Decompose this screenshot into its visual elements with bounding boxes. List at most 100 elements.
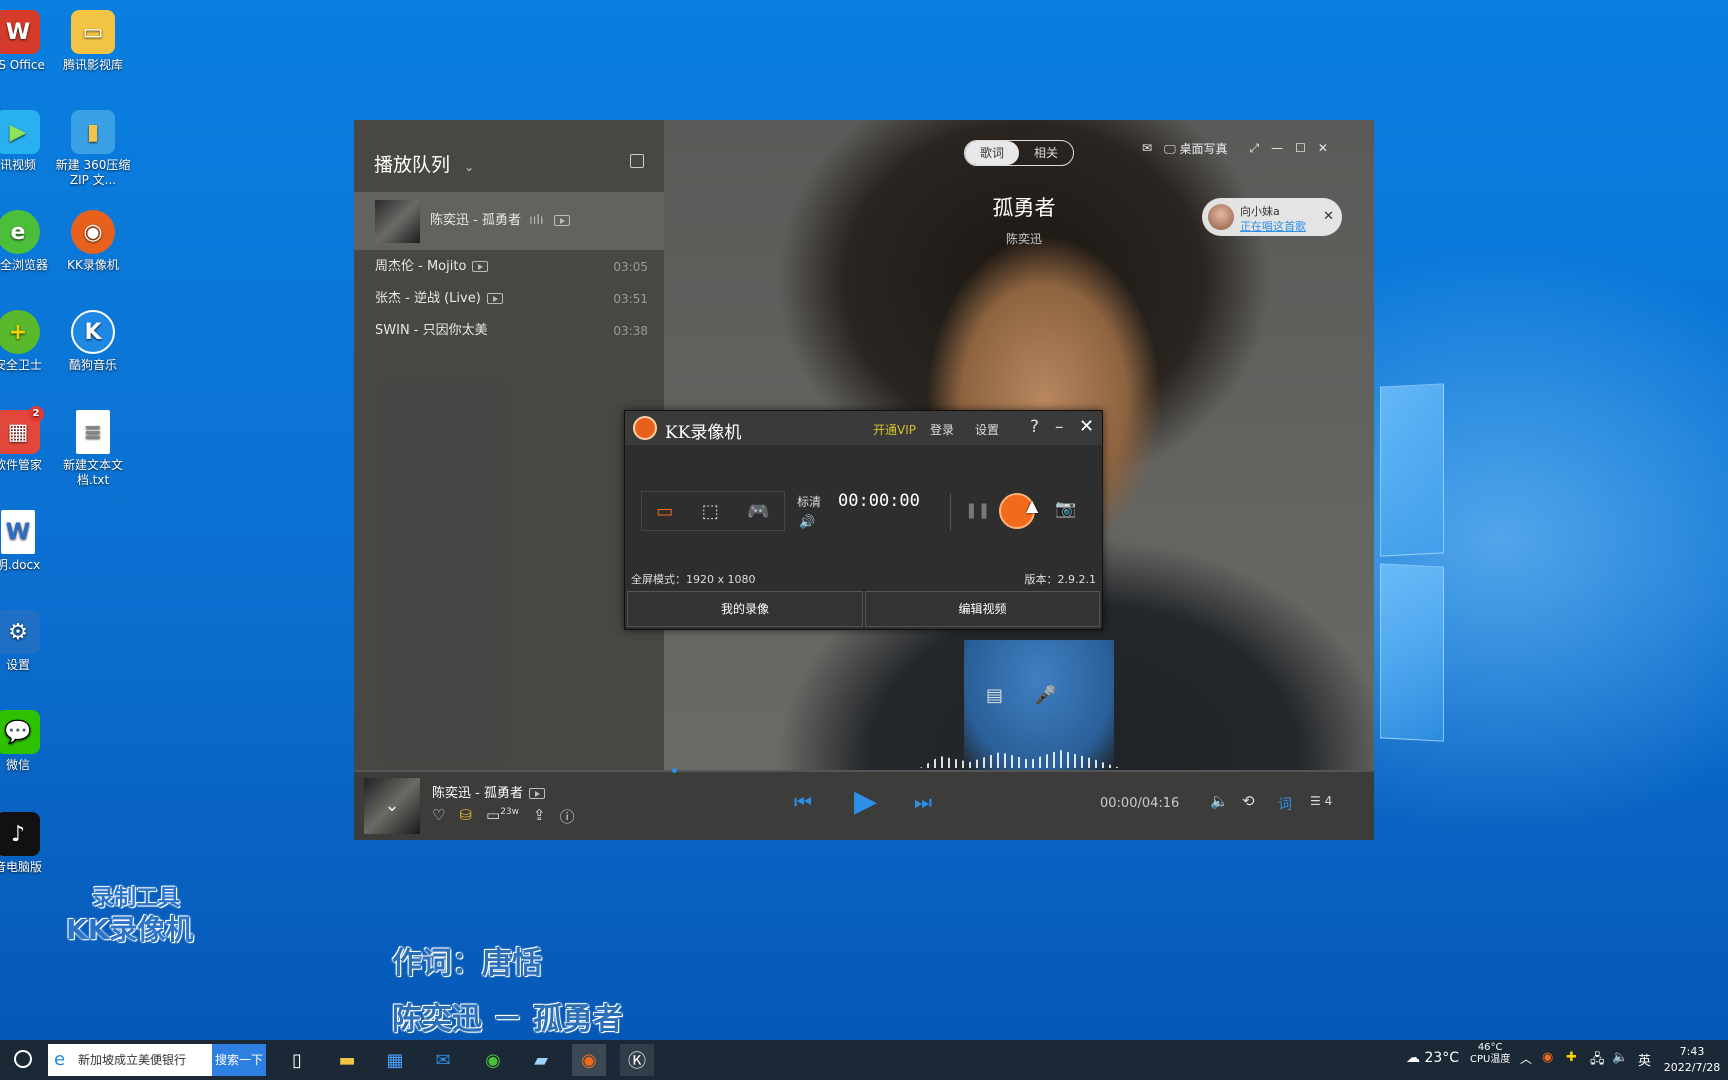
tray-clock[interactable]: 7:43 2022/7/28 (1660, 1044, 1724, 1076)
tray-network-icon[interactable]: 🖧 (1590, 1050, 1605, 1072)
tray-volume-icon[interactable]: 🔈 (1612, 1050, 1628, 1065)
lyric-line2: 陈奕迅 － 孤勇者 (392, 1002, 623, 1037)
game-mode-icon[interactable]: 🎮 (747, 501, 769, 522)
repeat-icon[interactable]: ⟲ (1242, 792, 1255, 810)
browser-icon: e (0, 210, 40, 254)
info-icon[interactable]: ⓘ (560, 806, 575, 827)
desktop-icon-wechat[interactable]: 💬 微信 (0, 710, 56, 773)
close-icon[interactable]: ✕ (1079, 416, 1094, 437)
maximize-icon[interactable]: ☐ (1295, 141, 1306, 155)
microphone-icon[interactable]: 🎤 (1034, 685, 1056, 706)
minimize-icon[interactable]: – (1055, 417, 1064, 437)
desktop-icon-browser[interactable]: e 安全浏览器 (0, 210, 56, 273)
play-icon[interactable]: ▶ (854, 784, 877, 819)
heart-icon[interactable]: ♡ (432, 806, 445, 827)
desktop-icon-tencent-video-library[interactable]: ▭ 腾讯影视库 (55, 10, 131, 73)
cpu-temp-widget[interactable]: 46°C CPU温度 (1470, 1042, 1510, 1066)
mv-film-icon[interactable]: ▤ (986, 685, 1003, 706)
login-link[interactable]: 登录 (930, 421, 954, 438)
edit-video-button[interactable]: 编辑视频 (865, 591, 1100, 627)
vip-link[interactable]: 开通VIP (873, 421, 916, 438)
kk-app-title: KK录像机 (665, 423, 742, 443)
desktop-icon-douyin[interactable]: ♪ 音电脑版 (0, 812, 56, 875)
lyrics-button[interactable]: 词 (1278, 794, 1292, 814)
zip-icon: ▮ (71, 110, 115, 154)
kk-recorder-taskbar-icon[interactable]: ◉ (572, 1044, 606, 1076)
desktop-icon-kk-recorder[interactable]: ◉ KK录像机 (55, 210, 131, 273)
desktop-icon-settings[interactable]: ⚙ 设置 (0, 610, 56, 673)
close-icon[interactable]: ✕ (1323, 209, 1334, 224)
queue-item[interactable]: SWIN - 只因你太美 03:38 (354, 316, 664, 346)
screenshot-camera-icon[interactable]: 📷 (1055, 499, 1076, 519)
mv-icon[interactable] (472, 261, 489, 272)
fullscreen-icon[interactable]: ⤢ (1249, 141, 1259, 156)
next-icon[interactable]: ⏭ (914, 790, 932, 814)
file-icon[interactable]: ▯ (280, 1044, 314, 1076)
queue-button[interactable]: ☰ 4 (1310, 794, 1332, 808)
file-explorer-icon[interactable]: ▬ (330, 1044, 364, 1076)
desktop-icon-security[interactable]: + 安全卫士 (0, 310, 56, 373)
watermark-line2: KK录像机 (66, 913, 194, 946)
capture-mode-info: 全屏模式：1920 x 1080 (631, 573, 756, 586)
desktop-icon-docx[interactable]: W 明.docx (0, 510, 56, 573)
fullscreen-mode-icon[interactable]: ▭ (656, 501, 673, 522)
kugou-taskbar-icon[interactable]: Ⓚ (620, 1044, 654, 1076)
song-artist[interactable]: 陈奕迅 (984, 230, 1064, 247)
help-icon[interactable]: ? (1030, 417, 1039, 437)
taskbar-search-box[interactable]: e 新加坡成立美便银行 (48, 1044, 212, 1076)
quality-select[interactable]: 标清 (797, 493, 821, 510)
desktop-icon-software-manager[interactable]: ▦ 2 软件管家 (0, 406, 56, 473)
desktop-icon-tencent-video[interactable]: ▶ 讯视频 (0, 110, 56, 173)
speaker-icon[interactable]: 🔊 (799, 515, 815, 530)
my-recordings-button[interactable]: 我的录像 (627, 591, 863, 627)
mail-icon[interactable]: ✉ (426, 1044, 460, 1076)
weather-widget[interactable]: ☁ 23°C (1406, 1050, 1459, 1066)
desktop-mode-button[interactable]: 🖵 桌面写真 (1164, 140, 1227, 157)
store-icon[interactable]: ▦ (378, 1044, 412, 1076)
now-playing-cover[interactable]: ⌄ (364, 778, 420, 834)
desktop-icon-zip[interactable]: ▮ 新建 360压缩 ZIP 文... (55, 110, 131, 188)
region-mode-icon[interactable]: ⬚ (702, 501, 719, 522)
player-control-bar: ⌄ 陈奕迅 - 孤勇者 ♡ ⛁ ▭23w ⇪ ⓘ ⏮ ▶ ⏭ 00:00/04:… (354, 768, 1374, 840)
tray-chevron-up-icon[interactable]: ︿ (1520, 1050, 1532, 1067)
queue-item[interactable]: 周杰伦 - Mojito 03:05 (354, 252, 664, 282)
queue-title[interactable]: 播放队列 ⌄ (374, 150, 474, 177)
queue-item-active[interactable]: 陈奕迅 - 孤勇者 ıılı (354, 192, 664, 250)
progress-handle[interactable] (672, 768, 677, 773)
tab-related[interactable]: 相关 (1019, 141, 1073, 165)
tray-security-icon[interactable]: ✚ (1566, 1050, 1577, 1065)
mail-icon[interactable]: ✉ (1142, 141, 1152, 155)
pause-icon[interactable]: ❚❚ (965, 501, 990, 519)
browser-icon[interactable]: ◉ (476, 1044, 510, 1076)
friend-listening-card[interactable]: 向小妹a 正在唱这首歌 ✕ (1202, 198, 1342, 236)
capture-mode-group: ▭ ⬚ 🎮 (641, 491, 785, 531)
tray-kk-icon[interactable]: ◉ (1542, 1050, 1553, 1065)
progress-bar[interactable] (354, 770, 1374, 772)
tray-ime[interactable]: 英 (1638, 1050, 1651, 1069)
minimize-icon[interactable]: — (1271, 141, 1283, 155)
mv-icon[interactable] (553, 215, 570, 226)
previous-icon[interactable]: ⏮ (794, 790, 812, 814)
volume-icon[interactable]: 🔈 (1210, 792, 1229, 810)
mv-icon[interactable] (486, 293, 503, 304)
cortana-icon[interactable] (14, 1050, 32, 1068)
close-icon[interactable]: ✕ (1318, 141, 1328, 155)
share-queue-icon[interactable] (630, 154, 644, 168)
settings-link[interactable]: 设置 (975, 421, 999, 438)
time-display: 00:00/04:16 (1100, 796, 1180, 811)
desktop-icon-kugou[interactable]: K 酷狗音乐 (55, 310, 131, 373)
chevron-down-icon[interactable]: ⌄ (464, 160, 474, 174)
mouse-cursor-icon: ▲ (1026, 496, 1039, 515)
taskbar-search-button[interactable]: 搜索一下 (212, 1044, 266, 1076)
comment-icon[interactable]: ▭23w (486, 806, 519, 827)
tab-lyrics[interactable]: 歌词 (965, 141, 1019, 165)
now-playing-title[interactable]: 陈奕迅 - 孤勇者 (432, 782, 545, 801)
share-icon[interactable]: ⇪ (533, 806, 546, 827)
gift-icon[interactable]: ⛁ (459, 806, 472, 827)
mv-icon[interactable] (528, 788, 545, 799)
monitor-icon: 🖵 (1164, 141, 1176, 156)
queue-item[interactable]: 张杰 - 逆战 (Live) 03:51 (354, 284, 664, 314)
desktop-icon-text-file[interactable]: ≡ 新建文本文档.txt (55, 410, 131, 488)
notepad-icon[interactable]: ▰ (524, 1044, 558, 1076)
desktop-icon-wps[interactable]: W PS Office (0, 10, 56, 73)
